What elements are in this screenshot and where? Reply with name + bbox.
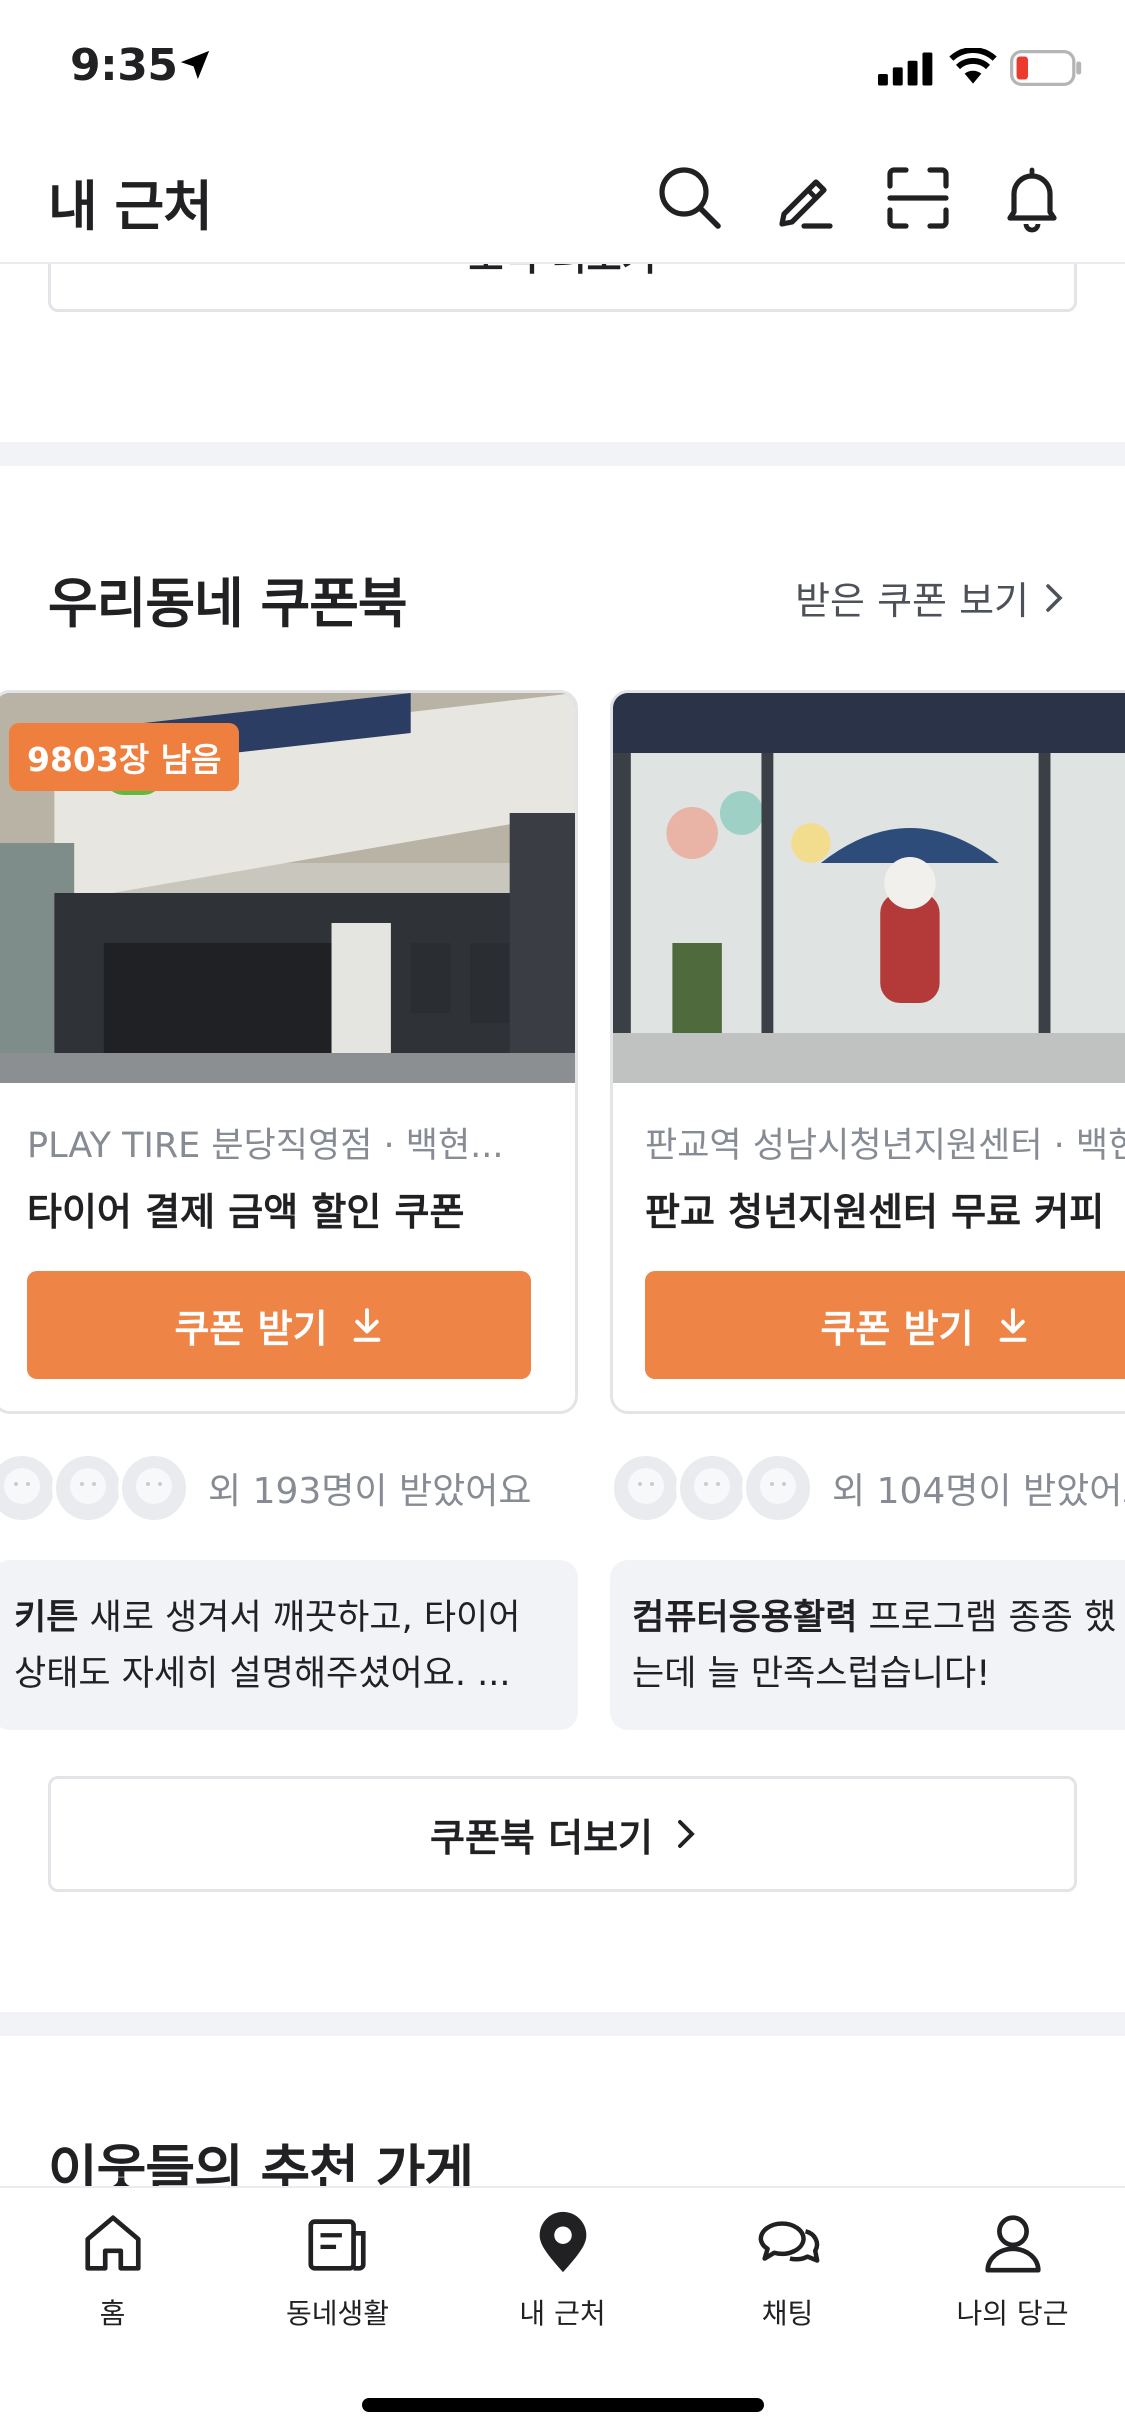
coupon-receivers: 외 193명이 받았어요 (0, 1450, 531, 1526)
stock-remaining-badge: 9803장 남음 (9, 723, 240, 791)
qr-scan-icon[interactable] (882, 162, 954, 234)
store-name: 판교역 성남시청년지원센터 · 백현동 (645, 1126, 1125, 1166)
avatar (0, 1452, 58, 1524)
receivers-count: 외 104명이 받았어요 (832, 1471, 1125, 1512)
search-icon[interactable] (654, 162, 726, 234)
news-more-button[interactable]: 소식 더보기 (48, 264, 1077, 312)
avatar (118, 1452, 190, 1524)
store-photo: 9803장 남음 (0, 693, 575, 1083)
battery-icon (1010, 50, 1082, 86)
coupon-book-more-label: 쿠폰북 더보기 (430, 1815, 653, 1860)
review-text: 는데 늘 만족스럽습니다! (632, 1654, 991, 1694)
receivers-count: 외 193명이 받았어요 (208, 1471, 532, 1512)
tab-nearby[interactable]: 내 근처 (450, 2208, 675, 2348)
review-line: 컴퓨터응용활력 프로그램 종종 했 (632, 1590, 1125, 1646)
news-more-label: 소식 더보기 (468, 264, 656, 281)
status-bar: 9:35 (0, 0, 1125, 132)
coupon-card[interactable]: 9803장 남음 PLAY TIRE 분당직영점 · 백현... 타이어 결제 … (0, 690, 578, 1414)
store-name: PLAY TIRE 분당직영점 · 백현... (27, 1126, 504, 1166)
app-header: 내 근처 (0, 132, 1125, 264)
location-arrow-icon (180, 50, 210, 80)
get-coupon-label: 쿠폰 받기 (174, 1306, 328, 1351)
tab-neighborhood[interactable]: 동네생활 (225, 2208, 450, 2348)
get-coupon-label: 쿠폰 받기 (820, 1306, 974, 1351)
status-time: 9:35 (70, 40, 178, 91)
received-coupons-label: 받은 쿠폰 보기 (795, 579, 1029, 623)
review-text: 프로그램 종종 했 (857, 1598, 1117, 1638)
coupon-card[interactable]: 판교역 성남시청년지원센터 · 백현동 판교 청년지원센터 무료 커피 쿠폰 받… (610, 690, 1125, 1414)
coupon-title: 타이어 결제 금액 할인 쿠폰 (27, 1190, 465, 1234)
chevron-right-icon (1046, 583, 1063, 612)
tab-label: 동네생활 (285, 2297, 390, 2330)
write-pencil-icon[interactable] (768, 162, 840, 234)
coupon-section-title: 우리동네 쿠폰북 (48, 572, 408, 635)
page-title: 내 근처 (48, 175, 213, 238)
review-line: 키튼 새로 생겨서 깨끗하고, 타이어 (14, 1590, 556, 1646)
store-photo (613, 693, 1125, 1083)
avatar (676, 1452, 748, 1524)
neighborhood-news-icon (307, 2219, 366, 2271)
section-divider (0, 442, 1125, 466)
profile-icon (984, 2215, 1041, 2273)
location-pin-icon (539, 2211, 586, 2273)
avatar (610, 1452, 682, 1524)
tab-chat[interactable]: 채팅 (675, 2208, 900, 2348)
review-text: 상태도 자세히 설명해주셨어요. ... (14, 1654, 511, 1694)
tab-my-karrot[interactable]: 나의 당근 (900, 2208, 1125, 2348)
coupon-title: 판교 청년지원센터 무료 커피 (645, 1190, 1105, 1234)
review-snippet[interactable]: 컴퓨터응용활력 프로그램 종종 했 는데 늘 만족스럽습니다! (610, 1560, 1125, 1730)
review-author: 컴퓨터응용활력 (632, 1598, 858, 1638)
tab-label: 홈 (99, 2297, 126, 2330)
avatar (52, 1452, 124, 1524)
tab-label: 채팅 (761, 2297, 814, 2330)
cellular-signal-icon (878, 52, 933, 86)
chat-bubbles-icon (758, 2221, 819, 2263)
coupon-book-more-button[interactable]: 쿠폰북 더보기 (48, 1776, 1077, 1892)
bottom-tab-bar: 홈 동네생활 내 근처 채팅 나의 당근 (0, 2186, 1125, 2436)
get-coupon-button[interactable]: 쿠폰 받기 (27, 1271, 531, 1379)
notification-bell-icon[interactable] (996, 162, 1068, 234)
tab-label: 나의 당근 (956, 2297, 1069, 2330)
coupon-receivers: 외 104명이 받았어요 (610, 1450, 1125, 1526)
recommended-stores-title: 이웃들의 추천 가게 (48, 2139, 474, 2186)
tab-home[interactable]: 홈 (0, 2208, 225, 2348)
received-coupons-link[interactable]: 받은 쿠폰 보기 (795, 570, 1063, 625)
section-divider (0, 2012, 1125, 2036)
avatar (742, 1452, 814, 1524)
review-snippet[interactable]: 키튼 새로 생겨서 깨끗하고, 타이어 상태도 자세히 설명해주셨어요. ... (0, 1560, 578, 1730)
home-indicator (362, 2398, 764, 2412)
wifi-icon (949, 48, 997, 84)
download-icon (999, 1308, 1026, 1342)
chevron-right-icon (678, 1820, 695, 1848)
main-content: 소식 더보기 우리동네 쿠폰북 받은 쿠폰 보기 9 (0, 264, 1125, 2186)
tab-label: 내 근처 (519, 2297, 606, 2330)
review-text: 새로 생겨서 깨끗하고, 타이어 (78, 1598, 521, 1638)
get-coupon-button[interactable]: 쿠폰 받기 (645, 1271, 1125, 1379)
home-icon (84, 2215, 141, 2271)
review-author: 키튼 (14, 1598, 79, 1638)
download-icon (353, 1308, 380, 1342)
